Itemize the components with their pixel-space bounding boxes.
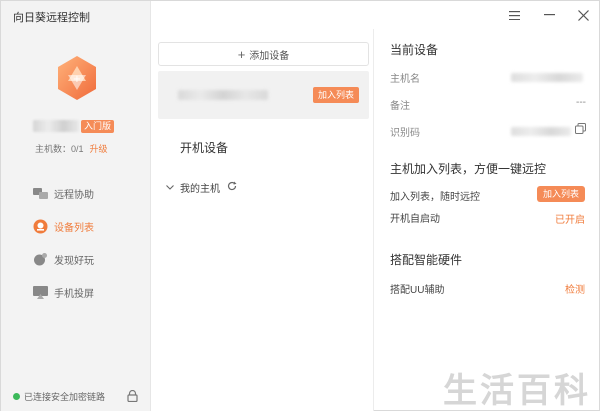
chevron-down-icon: [166, 182, 174, 193]
sidebar-item-label: 手机投屏: [54, 289, 94, 300]
id-code-label: 识别码: [390, 128, 420, 139]
menu-icon[interactable]: [503, 5, 525, 25]
minimize-icon[interactable]: [538, 5, 560, 25]
detect-link[interactable]: 检测: [565, 281, 585, 296]
lock-icon[interactable]: [127, 389, 139, 403]
device-detail-panel: 当前设备 主机名 备注 --- 识别码 主机加入列表，方便一键远控 加入列表，随…: [375, 29, 600, 411]
uu-assist-label: 搭配UU辅助: [390, 285, 445, 296]
host-count-text: 主机数：0/1: [35, 144, 84, 154]
join-section-title: 主机加入列表，方便一键远控: [390, 162, 547, 176]
discover-icon: [32, 252, 48, 268]
remark-value[interactable]: ---: [576, 97, 586, 108]
autostart-label: 开机自启动: [390, 214, 440, 225]
sidebar-nav: 远程协助 设备列表 发现好玩 手机投屏: [1, 177, 151, 309]
device-list-panel: + 添加设备 加入列表 开机设备 我的主机: [151, 29, 374, 411]
connection-status-text: 已连接安全加密链路: [24, 392, 106, 402]
autostart-status[interactable]: 已开启: [555, 211, 585, 226]
sidebar-item-device-list[interactable]: 设备列表: [1, 210, 151, 243]
host-name-redacted: [511, 73, 583, 82]
sidebar-item-discover[interactable]: 发现好玩: [1, 243, 151, 276]
device-card[interactable]: 加入列表: [158, 71, 369, 119]
remote-assist-icon: [32, 186, 48, 202]
sidebar-item-label: 设备列表: [54, 223, 94, 234]
add-device-label: 添加设备: [249, 50, 290, 62]
host-name-label: 主机名: [390, 74, 420, 85]
copy-icon[interactable]: [575, 123, 587, 135]
status-dot-icon: [13, 393, 20, 400]
close-icon[interactable]: [572, 5, 594, 25]
current-device-title: 当前设备: [390, 43, 439, 57]
hardware-title: 搭配智能硬件: [390, 253, 463, 267]
screen-cast-icon: [32, 285, 48, 301]
device-join-list-button[interactable]: 加入列表: [312, 87, 359, 103]
refresh-icon[interactable]: [227, 181, 237, 194]
my-hosts-group[interactable]: 我的主机: [166, 180, 237, 195]
app-title: 向日葵远程控制: [13, 12, 90, 24]
sidebar: 向日葵远程控制 + 入门版 主机数：0/1 升级 远程协助 设备列表 发现好玩 …: [1, 1, 151, 411]
avatar[interactable]: +: [52, 53, 102, 103]
watermark: 生活百科: [443, 371, 591, 411]
device-list-icon: [32, 219, 48, 235]
boot-devices-title: 开机设备: [180, 141, 229, 155]
id-code-redacted: [511, 127, 571, 136]
device-name-redacted: [178, 90, 268, 100]
join-list-button[interactable]: 加入列表: [536, 186, 585, 202]
my-hosts-label: 我的主机: [180, 184, 220, 195]
svg-text:+: +: [73, 74, 81, 85]
plan-badge: 入门版: [81, 119, 115, 133]
host-count: 主机数：0/1 升级: [35, 142, 108, 155]
upgrade-link[interactable]: 升级: [90, 144, 108, 154]
join-list-label: 加入列表，随时远控: [390, 192, 480, 203]
connection-status: 已连接安全加密链路: [13, 390, 105, 403]
sidebar-item-screen-cast[interactable]: 手机投屏: [1, 276, 151, 309]
user-line: 入门版: [33, 119, 115, 133]
add-device-button[interactable]: + 添加设备: [158, 42, 369, 66]
sidebar-item-label: 发现好玩: [54, 256, 94, 267]
remark-label: 备注: [390, 101, 410, 112]
sidebar-item-label: 远程协助: [54, 190, 94, 201]
plus-icon: +: [237, 46, 246, 62]
user-name-redacted: [33, 120, 79, 132]
sidebar-item-remote-assist[interactable]: 远程协助: [1, 177, 151, 210]
app-window: 向日葵远程控制 + 入门版 主机数：0/1 升级 远程协助 设备列表 发现好玩 …: [0, 0, 600, 411]
